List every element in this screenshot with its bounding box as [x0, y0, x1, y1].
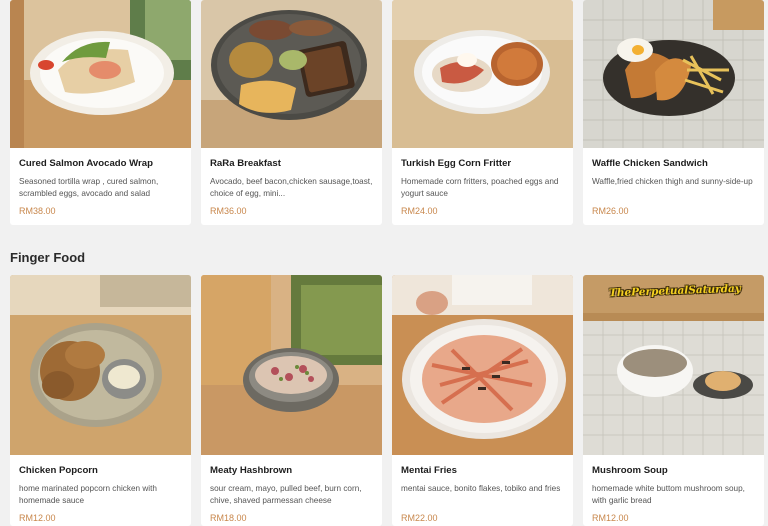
menu-item-card[interactable]: RaRa Breakfast Avocado, beef bacon,chick… [201, 0, 382, 225]
mentai-fries-photo[interactable] [392, 275, 573, 455]
item-description: Avocado, beef bacon,chicken sausage,toas… [210, 177, 373, 198]
item-price: RM12.00 [19, 513, 56, 523]
item-name: Turkish Egg Corn Fritter [401, 158, 512, 169]
item-description: Waffle,fried chicken thigh and sunny-sid… [592, 177, 753, 186]
corn-fritter-photo[interactable] [392, 0, 573, 148]
item-name: RaRa Breakfast [210, 158, 281, 169]
item-description: Seasoned tortilla wrap , cured salmon, s… [19, 177, 159, 198]
mushroom-soup-photo[interactable]: ThePerpetualSaturday [583, 275, 764, 455]
menu-item-card[interactable]: Turkish Egg Corn Fritter Homemade corn f… [392, 0, 573, 225]
item-name: Chicken Popcorn [19, 465, 98, 476]
item-price: RM26.00 [592, 206, 629, 216]
menu-item-card[interactable]: Mentai Fries mentai sauce, bonito flakes… [392, 275, 573, 526]
section-title-finger-food: Finger Food [10, 250, 86, 265]
popcorn-chicken-photo[interactable] [10, 275, 191, 455]
menu-item-card[interactable]: Waffle Chicken Sandwich Waffle,fried chi… [583, 0, 764, 225]
menu-item-card[interactable]: Chicken Popcorn home marinated popcorn c… [10, 275, 191, 526]
item-description: Homemade corn fritters, poached eggs and… [401, 177, 559, 198]
item-price: RM36.00 [210, 206, 247, 216]
item-name: Cured Salmon Avocado Wrap [19, 158, 153, 169]
item-name: Meaty Hashbrown [210, 465, 293, 476]
item-name: Waffle Chicken Sandwich [592, 158, 708, 169]
item-price: RM38.00 [19, 206, 56, 216]
menu-item-card[interactable]: Cured Salmon Avocado Wrap Seasoned torti… [10, 0, 191, 225]
waffle-photo[interactable] [583, 0, 764, 148]
menu-item-card[interactable]: ThePerpetualSaturday Mushroom Soup homem… [583, 275, 764, 526]
item-description: homemade white buttom mushroom soup, wit… [592, 484, 745, 505]
item-description: mentai sauce, bonito flakes, tobiko and … [401, 484, 561, 493]
item-description: sour cream, mayo, pulled beef, burn corn… [210, 484, 362, 505]
item-price: RM24.00 [401, 206, 438, 216]
breakfast-photo[interactable] [201, 0, 382, 148]
salmon-wrap-photo[interactable] [10, 0, 191, 148]
item-name: Mushroom Soup [592, 465, 668, 476]
hashbrown-photo[interactable] [201, 275, 382, 455]
item-description: home marinated popcorn chicken with home… [19, 484, 157, 505]
menu-item-card[interactable]: Meaty Hashbrown sour cream, mayo, pulled… [201, 275, 382, 526]
item-name: Mentai Fries [401, 465, 457, 476]
item-price: RM18.00 [210, 513, 247, 523]
item-price: RM12.00 [592, 513, 629, 523]
item-price: RM22.00 [401, 513, 438, 523]
